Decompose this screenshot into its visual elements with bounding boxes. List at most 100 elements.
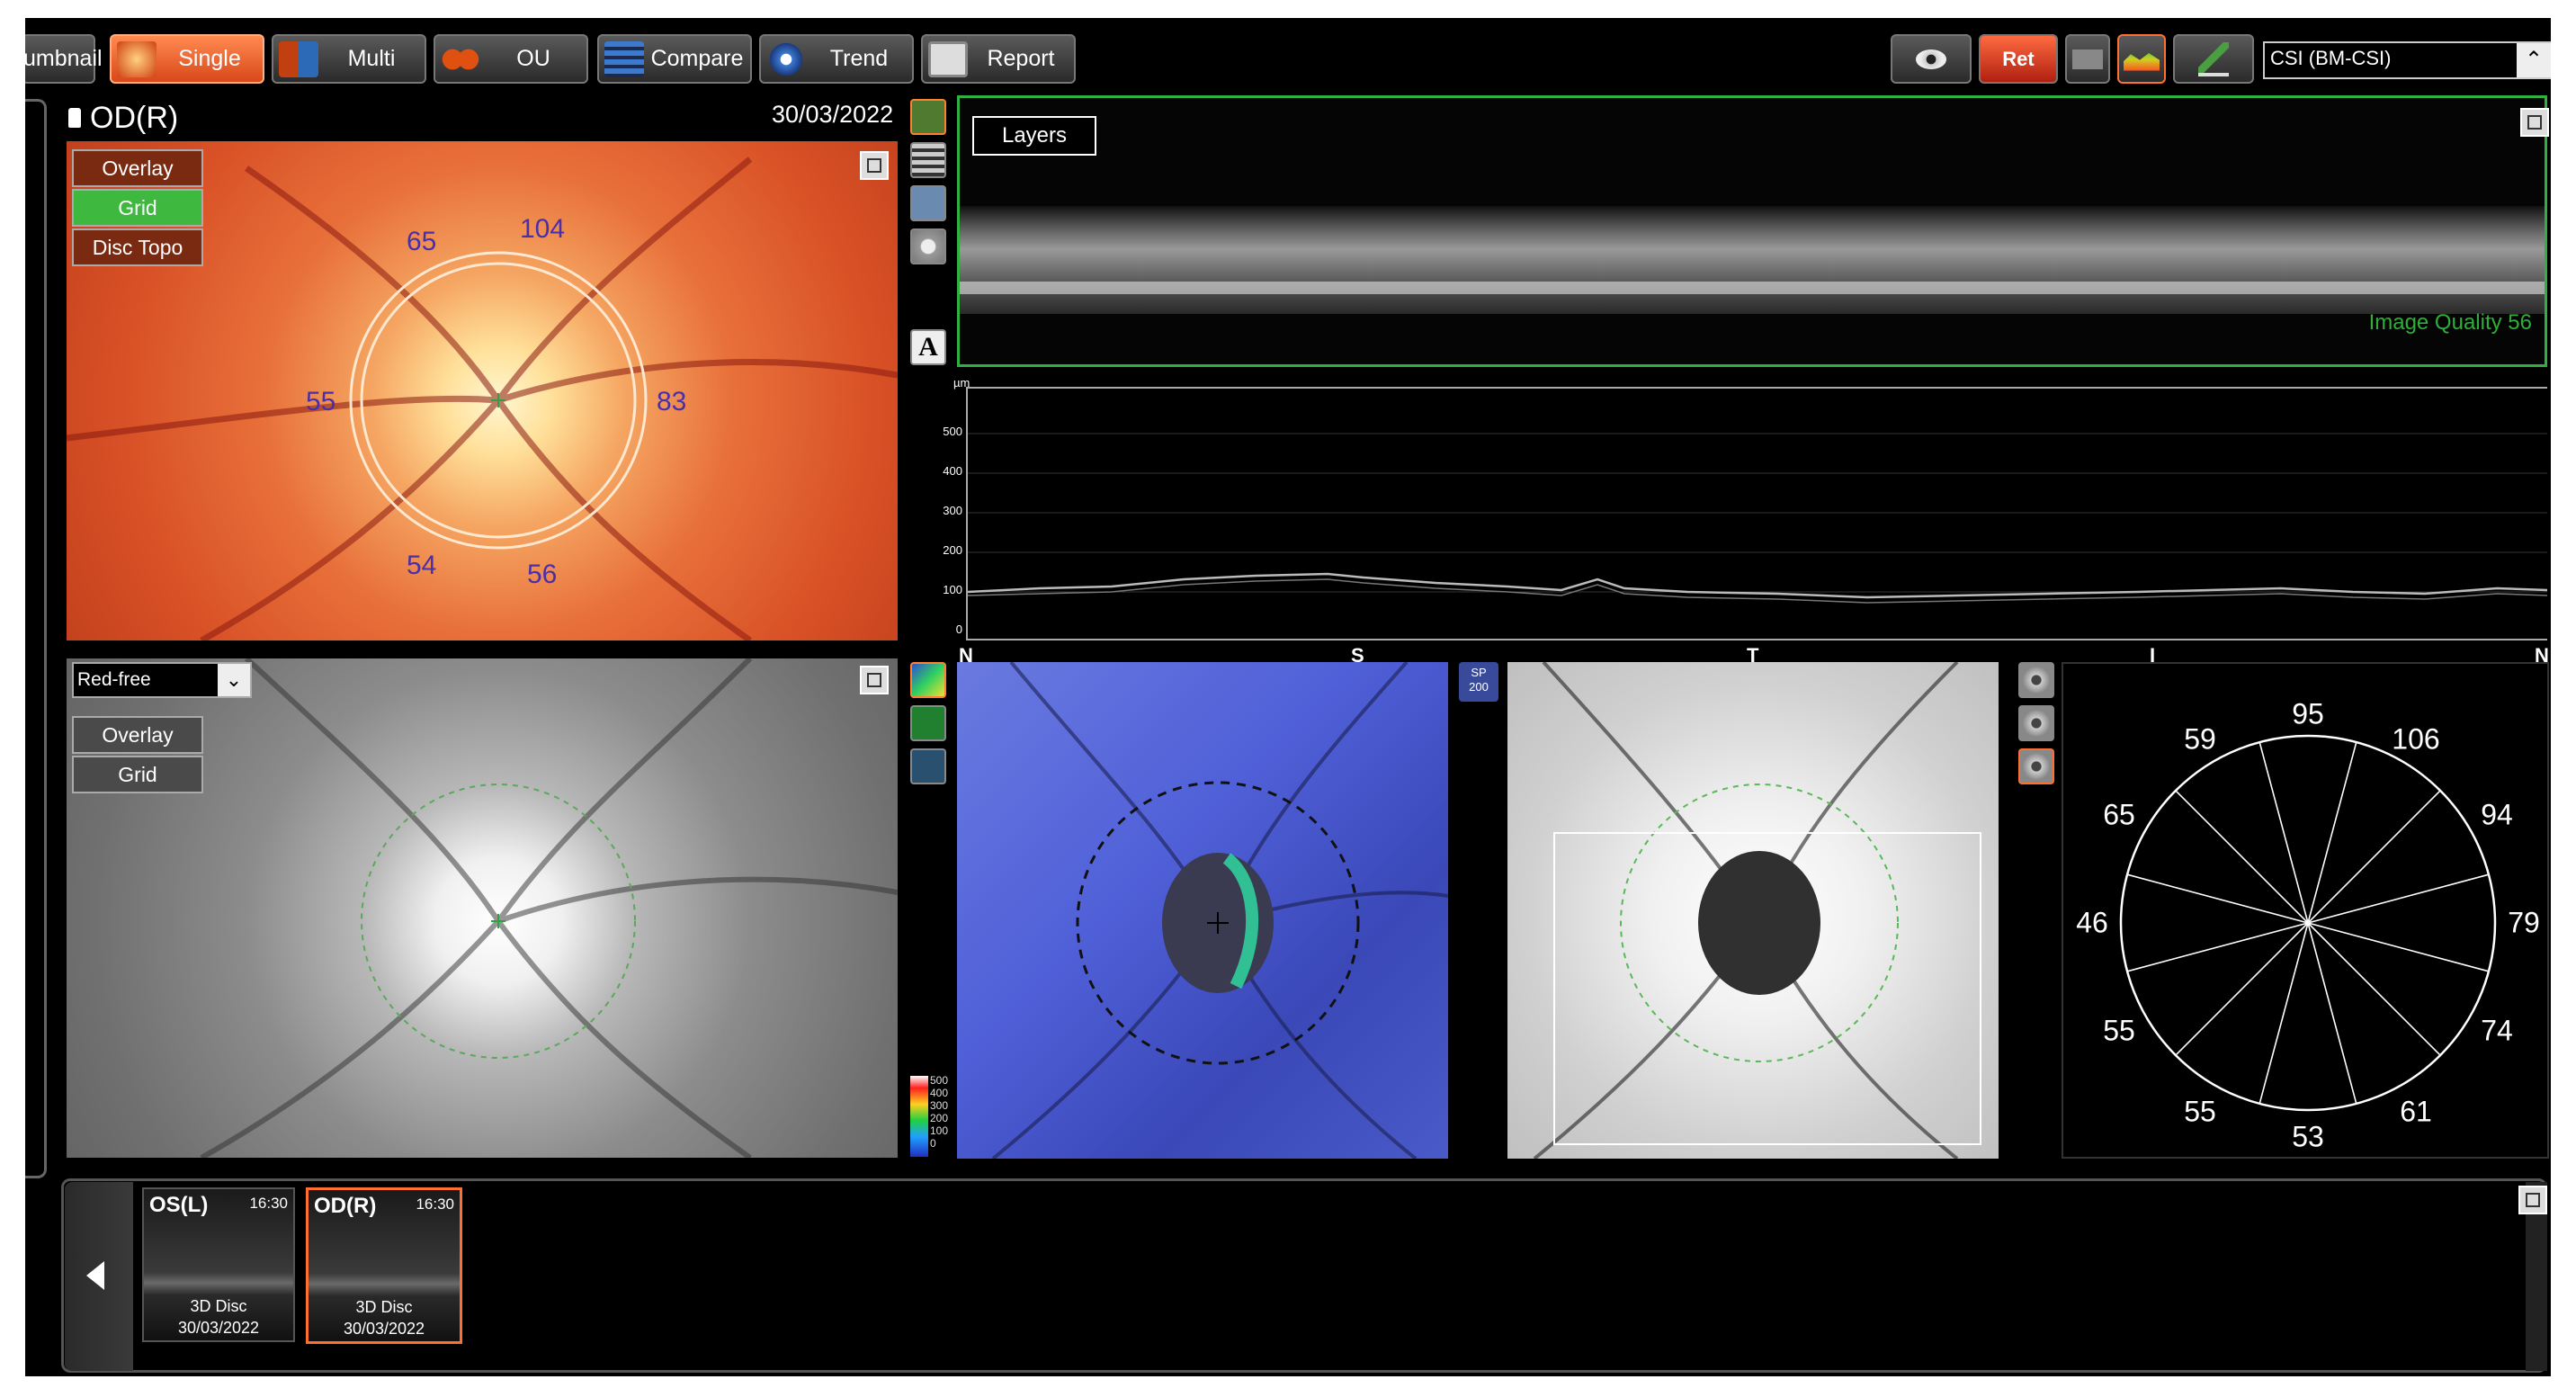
single-eye-icon xyxy=(117,40,157,77)
thickness-map[interactable] xyxy=(957,662,1448,1159)
clock-spoke xyxy=(2307,790,2441,924)
3d-mode-icon[interactable] xyxy=(910,185,946,221)
clock-spoke xyxy=(2307,873,2490,924)
tab-trend[interactable]: Trend xyxy=(759,34,914,84)
tab-report[interactable]: Report xyxy=(921,34,1076,84)
enface-image[interactable] xyxy=(1507,662,1999,1159)
protocol-select-value: CSI (BM-CSI) xyxy=(2270,47,2392,69)
chevron-left-icon xyxy=(86,1261,104,1290)
compare-icon xyxy=(604,40,644,77)
tab-multi[interactable]: Multi xyxy=(272,34,426,84)
clock-value-4: 74 xyxy=(2481,1014,2513,1047)
tab-report-label: Report xyxy=(987,46,1055,71)
enface-svg xyxy=(1533,662,1981,1159)
thumb-time: 16:30 xyxy=(416,1196,454,1213)
quadrant-chart-icon[interactable] xyxy=(2018,662,2054,698)
ytick-0: 0 xyxy=(955,622,962,636)
chevron-down-icon[interactable]: ⌄ xyxy=(218,664,250,696)
image-type-value: Red-free xyxy=(77,669,151,690)
thumb-date: 30/03/2022 xyxy=(177,1319,260,1337)
ret-icon[interactable]: Ret xyxy=(1979,34,2058,84)
clock-value-11: 59 xyxy=(2184,722,2216,756)
scroll-left-button[interactable] xyxy=(65,1182,133,1371)
enface-icon[interactable] xyxy=(910,705,946,741)
thickness-map-svg xyxy=(991,662,1448,1159)
clock-chart-svg xyxy=(2119,734,2497,1112)
retina-band xyxy=(960,206,2545,314)
ret-label: Ret xyxy=(2002,47,2035,70)
chevron-up-icon[interactable]: ⌃ xyxy=(2517,43,2551,77)
tab-compare[interactable]: Compare xyxy=(597,34,752,84)
image-quality-text: Image Quality 56 xyxy=(2368,310,2532,335)
ytick-400: 400 xyxy=(943,464,962,478)
sp-badge[interactable]: SP 200 xyxy=(1459,662,1498,702)
edit-icon[interactable] xyxy=(2173,34,2254,84)
clock-spoke xyxy=(2126,922,2309,972)
thickness-overlay-icon[interactable] xyxy=(910,662,946,698)
scan-icon[interactable] xyxy=(2065,34,2110,84)
clock-chart-icon[interactable] xyxy=(2018,748,2054,784)
tab-single[interactable]: Single xyxy=(110,34,264,84)
sector-value-left: 55 xyxy=(306,387,336,416)
clock-value-8: 55 xyxy=(2103,1014,2135,1047)
clock-spoke xyxy=(2175,922,2309,1056)
image-type-dropdown[interactable]: Red-free ⌄ xyxy=(72,662,252,698)
redfree-maximize-icon[interactable] xyxy=(860,666,889,694)
tsnit-plot[interactable] xyxy=(966,387,2547,640)
thumb-date: 30/03/2022 xyxy=(343,1320,425,1338)
tsnit-curve-svg xyxy=(968,433,2547,604)
tab-ou[interactable]: OU xyxy=(434,34,588,84)
clock-value-3: 79 xyxy=(2508,906,2540,939)
clock-spoke xyxy=(2126,873,2309,924)
edit-glyph xyxy=(2198,41,2229,76)
redfree-overlay-button[interactable]: Overlay xyxy=(72,716,203,754)
layers-mode-icon[interactable] xyxy=(910,142,946,178)
tsnit-mode-icon[interactable] xyxy=(910,99,946,135)
overlay-button[interactable]: Overlay xyxy=(72,149,203,187)
report-icon xyxy=(928,40,968,77)
annotate-icon[interactable]: A xyxy=(910,329,946,365)
eye-icon[interactable] xyxy=(1891,34,1972,84)
colorbar-tick: 300 xyxy=(930,1099,949,1112)
colorbar-tick: 100 xyxy=(930,1124,949,1137)
redfree-grid-button[interactable]: Grid xyxy=(72,756,203,793)
thumb-eye: OS(L) xyxy=(149,1193,209,1217)
ou-eyes-icon xyxy=(441,40,480,77)
maximize-icon[interactable] xyxy=(860,151,889,180)
disc-mode-icon[interactable] xyxy=(910,228,946,264)
thumbnail-os[interactable]: OS(L) 16:30 3D Disc 30/03/2022 xyxy=(142,1187,295,1342)
thumb-eye: OD(R) xyxy=(314,1194,377,1218)
protocol-select[interactable]: CSI (BM-CSI) ⌃ xyxy=(2263,41,2551,79)
scan-date: 30/03/2022 xyxy=(772,101,894,128)
eye-header: OD(R) xyxy=(68,101,178,136)
clock-value-2: 94 xyxy=(2481,798,2513,831)
clock-spoke xyxy=(2307,741,2357,924)
clock-spoke xyxy=(2307,922,2490,972)
colorbar-tick: 0 xyxy=(930,1137,936,1150)
bscan-image[interactable]: Layers Image Quality 56 xyxy=(957,95,2547,367)
tab-thumbnail[interactable]: umbnail xyxy=(25,34,103,84)
add-thumbnail-icon[interactable] xyxy=(2518,1186,2547,1214)
clock-chart-panel: 95 106 94 79 74 61 53 55 55 46 65 59 xyxy=(2062,662,2549,1159)
deviation-map-icon[interactable] xyxy=(910,748,946,784)
ytick-300: 300 xyxy=(943,504,962,517)
grid-button[interactable]: Grid xyxy=(72,189,203,227)
tab-multi-label: Multi xyxy=(347,46,396,71)
ytick-200: 200 xyxy=(943,543,962,557)
scan-glyph xyxy=(2072,49,2103,69)
bscan-maximize-icon[interactable] xyxy=(2520,108,2549,137)
clock-value-9: 46 xyxy=(2076,906,2108,939)
thickness-map-glyph xyxy=(2124,53,2160,71)
thumbnail-od[interactable]: OD(R) 16:30 3D Disc 30/03/2022 xyxy=(306,1187,462,1344)
sector-value-right: 83 xyxy=(657,387,687,416)
lock-icon xyxy=(68,108,81,128)
clock-spoke xyxy=(2307,922,2441,1056)
disc-topo-button[interactable]: Disc Topo xyxy=(72,228,203,266)
colorbar-tick: 400 xyxy=(930,1087,949,1099)
left-scroll-strip[interactable] xyxy=(25,99,47,1178)
clock-spoke xyxy=(2258,922,2309,1105)
tab-single-label: Single xyxy=(178,46,241,71)
thickness-colorbar xyxy=(910,1076,928,1157)
sector-chart-icon[interactable] xyxy=(2018,705,2054,741)
thickness-map-icon[interactable] xyxy=(2117,34,2166,84)
